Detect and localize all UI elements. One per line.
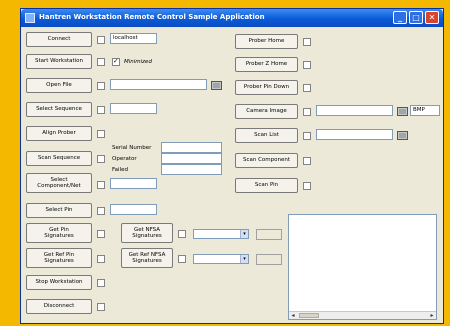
disconnect-checkbox[interactable] [97, 303, 105, 311]
scan-list-checkbox[interactable] [303, 132, 311, 140]
open-file-button[interactable]: Open File [26, 78, 92, 93]
scroll-thumb[interactable] [299, 313, 319, 318]
camera-image-button[interactable]: Camera Image [235, 104, 298, 119]
connect-checkbox[interactable] [97, 36, 105, 44]
select-sequence-checkbox[interactable] [97, 106, 105, 114]
select-component-label-line2: Component/Net [37, 183, 81, 189]
output-textarea[interactable]: ◂ ▸ [288, 214, 437, 320]
get-pin-signatures-label-line2: Signatures [44, 233, 74, 239]
get-ref-nfsa-signatures-label-line2: Signatures [132, 258, 162, 264]
prober-home-button[interactable]: Prober Home [235, 34, 298, 49]
scan-list-path-input[interactable] [316, 129, 393, 140]
get-pin-signatures-checkbox[interactable] [97, 230, 105, 238]
operator-input[interactable] [161, 153, 222, 164]
title-bar[interactable]: Hantren Workstation Remote Control Sampl… [21, 9, 443, 27]
folder-open-icon[interactable] [397, 130, 408, 140]
open-file-input[interactable] [110, 79, 207, 90]
failed-input[interactable] [161, 164, 222, 175]
folder-open-icon[interactable] [397, 106, 408, 116]
select-pin-input[interactable] [110, 204, 157, 215]
host-input[interactable]: localhost [110, 33, 157, 44]
horizontal-scrollbar[interactable]: ◂ ▸ [289, 311, 436, 319]
prober-z-home-button[interactable]: Prober Z Home [235, 57, 298, 72]
folder-open-icon[interactable] [211, 80, 222, 90]
scroll-right-icon[interactable]: ▸ [428, 312, 436, 319]
ref-nfsa-combo[interactable]: ▾ [193, 254, 249, 264]
get-nfsa-signatures-button[interactable]: Get NFSA Signatures [121, 223, 173, 243]
get-ref-nfsa-signatures-button[interactable]: Get Ref NFSA Signatures [121, 248, 173, 268]
scan-pin-button[interactable]: Scan Pin [235, 178, 298, 193]
disconnect-button[interactable]: Disconnect [26, 299, 92, 314]
open-file-checkbox[interactable] [97, 82, 105, 90]
align-prober-button[interactable]: Align Prober [26, 126, 92, 141]
camera-image-path-input[interactable] [316, 105, 393, 116]
scroll-left-icon[interactable]: ◂ [289, 312, 297, 319]
scan-sequence-button[interactable]: Scan Sequence [26, 151, 92, 166]
get-ref-pin-signatures-button[interactable]: Get Ref Pin Signatures [26, 248, 92, 268]
camera-image-checkbox[interactable] [303, 108, 311, 116]
minimized-checkbox[interactable] [112, 57, 120, 66]
get-pin-signatures-button[interactable]: Get Pin Signatures [26, 223, 92, 243]
select-component-net-button[interactable]: Select Component/Net [26, 173, 92, 193]
get-nfsa-signatures-checkbox[interactable] [178, 230, 186, 238]
camera-image-format-input[interactable]: BMP [410, 105, 440, 116]
window-title: Hantren Workstation Remote Control Sampl… [39, 13, 265, 21]
app-window: Hantren Workstation Remote Control Sampl… [20, 8, 444, 324]
ref-nfsa-result-box [256, 254, 282, 265]
chevron-down-icon[interactable]: ▾ [240, 255, 248, 263]
align-prober-checkbox[interactable] [97, 130, 105, 138]
prober-pin-down-checkbox[interactable] [303, 84, 311, 92]
maximize-button[interactable]: □ [409, 11, 423, 24]
scan-component-button[interactable]: Scan Component [235, 153, 298, 168]
stop-workstation-checkbox[interactable] [97, 279, 105, 287]
select-sequence-input[interactable] [110, 103, 157, 114]
get-ref-nfsa-signatures-checkbox[interactable] [178, 255, 186, 263]
select-pin-button[interactable]: Select Pin [26, 203, 92, 218]
get-ref-pin-signatures-label-line2: Signatures [44, 258, 74, 264]
get-nfsa-signatures-label-line2: Signatures [132, 233, 162, 239]
select-sequence-button[interactable]: Select Sequence [26, 102, 92, 117]
connect-button[interactable]: Connect [26, 32, 92, 47]
select-pin-checkbox[interactable] [97, 207, 105, 215]
scan-sequence-checkbox[interactable] [97, 155, 105, 163]
app-icon [25, 13, 35, 23]
scan-pin-checkbox[interactable] [303, 182, 311, 190]
start-workstation-button[interactable]: Start Workstation [26, 54, 92, 69]
operator-label: Operator [112, 156, 137, 162]
get-ref-pin-signatures-checkbox[interactable] [97, 255, 105, 263]
screenshot-background: { "window": { "title": "Hantren Workstat… [0, 0, 450, 326]
stop-workstation-button[interactable]: Stop Workstation [26, 275, 92, 290]
scan-list-button[interactable]: Scan List [235, 128, 298, 143]
chevron-down-icon[interactable]: ▾ [240, 230, 248, 238]
nfsa-result-box [256, 229, 282, 240]
close-button[interactable]: ✕ [425, 11, 439, 24]
nfsa-combo[interactable]: ▾ [193, 229, 249, 239]
serial-number-input[interactable] [161, 142, 222, 153]
start-workstation-checkbox[interactable] [97, 58, 105, 66]
prober-pin-down-button[interactable]: Prober Pin Down [235, 80, 298, 95]
serial-number-label: Serial Number [112, 145, 152, 151]
prober-z-home-checkbox[interactable] [303, 61, 311, 69]
minimize-button[interactable]: _ [393, 11, 407, 24]
minimized-label: Minimized [124, 59, 152, 65]
failed-label: Failed [112, 167, 128, 173]
prober-home-checkbox[interactable] [303, 38, 311, 46]
scan-component-checkbox[interactable] [303, 157, 311, 165]
select-component-checkbox[interactable] [97, 181, 105, 189]
select-component-input[interactable] [110, 178, 157, 189]
